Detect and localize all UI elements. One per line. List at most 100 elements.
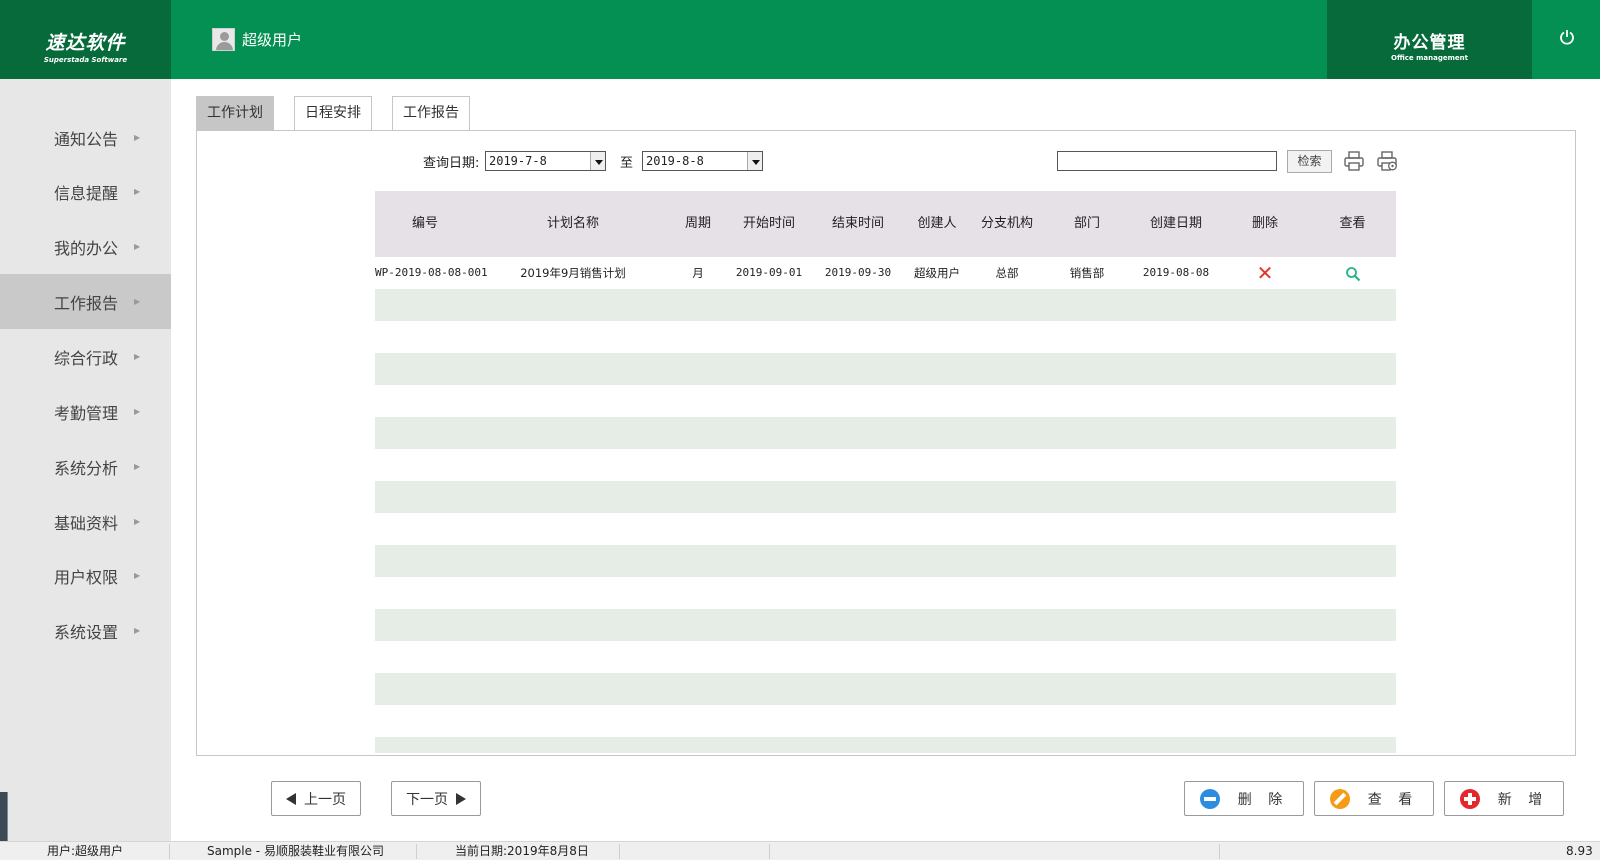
- table-row: [375, 577, 1396, 609]
- table-row: [375, 609, 1396, 641]
- delete-button-label: 删 除: [1237, 791, 1289, 808]
- cell-end-time: 2019-09-30: [824, 266, 892, 279]
- sidebar-item-label: 通知公告: [54, 129, 119, 149]
- sidebar-item-label: 基础资料: [54, 513, 119, 533]
- plus-circle-icon: [1459, 788, 1480, 809]
- add-button[interactable]: 新 增: [1444, 781, 1564, 816]
- status-version: 8.93: [1566, 844, 1593, 858]
- edit-circle-icon: [1329, 788, 1350, 809]
- table-row: [375, 449, 1396, 481]
- table-header: 编号 计划名称 周期 开始时间 结束时间 创建人 分支机构 部门 创建日期 删除…: [375, 191, 1396, 257]
- sidebar-item-permissions[interactable]: 用户权限 ▶: [0, 548, 171, 603]
- chevron-right-icon: ▶: [134, 352, 141, 361]
- sidebar: 通知公告 ▶ 信息提醒 ▶ 我的办公 ▶ 工作报告 ▶ 综合行政 ▶ 考勤管理 ▶ 系统分析…: [0, 79, 171, 841]
- date-from-value: 2019-7-8: [489, 154, 547, 168]
- date-to-select[interactable]: 2019-8-8: [642, 151, 763, 171]
- brand-subtitle: Superstada Software: [43, 56, 128, 64]
- sidebar-item-label: 综合行政: [54, 348, 119, 368]
- table-row: [375, 385, 1396, 417]
- sidebar-item-label: 考勤管理: [54, 403, 119, 423]
- column-header[interactable]: 编号: [375, 191, 475, 257]
- column-header[interactable]: 周期: [671, 191, 725, 257]
- sidebar-item-attendance[interactable]: 考勤管理 ▶: [0, 384, 171, 439]
- column-header[interactable]: 分支机构: [971, 191, 1043, 257]
- sidebar-item-notice[interactable]: 通知公告 ▶: [0, 110, 171, 165]
- query-date-label: 查询日期:: [423, 156, 480, 171]
- next-page-label: 下一页: [406, 791, 448, 808]
- status-divider: [769, 844, 770, 859]
- column-header[interactable]: 部门: [1043, 191, 1131, 257]
- user-avatar-icon: [212, 28, 235, 51]
- prev-page-button[interactable]: 上一页: [271, 781, 361, 816]
- sidebar-item-label: 系统分析: [54, 458, 119, 478]
- status-divider: [1219, 844, 1220, 859]
- prev-page-label: 上一页: [304, 791, 346, 808]
- delete-button[interactable]: 删 除: [1184, 781, 1304, 816]
- sidebar-item-basic-data[interactable]: 基础资料 ▶: [0, 494, 171, 549]
- delete-row-icon[interactable]: ✕: [1221, 257, 1309, 289]
- minus-circle-icon: [1199, 788, 1220, 809]
- chevron-right-icon: ▶: [134, 242, 141, 251]
- app-header: 速达软件 Superstada Software 超级用户 办公管理 Offic…: [0, 0, 1600, 79]
- view-button[interactable]: 查 看: [1314, 781, 1434, 816]
- sidebar-item-analysis[interactable]: 系统分析 ▶: [0, 439, 171, 494]
- status-divider: [619, 844, 620, 859]
- table-row: [375, 545, 1396, 577]
- date-range-separator: 至: [620, 156, 634, 171]
- tab-schedule[interactable]: 日程安排: [294, 96, 372, 130]
- table-row: [375, 737, 1396, 753]
- sidebar-item-label: 工作报告: [54, 293, 119, 313]
- chevron-right-icon: ▶: [134, 187, 141, 196]
- sidebar-item-reminder[interactable]: 信息提醒 ▶: [0, 164, 171, 219]
- table-row: [375, 289, 1396, 321]
- search-button[interactable]: 检索: [1287, 150, 1332, 173]
- sidebar-item-settings[interactable]: 系统设置 ▶: [0, 603, 171, 658]
- table-row: [375, 481, 1396, 513]
- column-header[interactable]: 创建日期: [1131, 191, 1221, 257]
- chevron-right-icon: ▶: [134, 571, 141, 580]
- column-header[interactable]: 删除: [1221, 191, 1309, 257]
- tab-work-report[interactable]: 工作报告: [392, 96, 470, 130]
- dropdown-arrow-icon: [747, 152, 762, 170]
- tab-work-plan[interactable]: 工作计划: [196, 96, 274, 130]
- table-row: [375, 417, 1396, 449]
- add-button-label: 新 增: [1497, 791, 1549, 808]
- sidebar-item-admin[interactable]: 综合行政 ▶: [0, 329, 171, 384]
- column-header[interactable]: 创建人: [903, 191, 971, 257]
- table-row[interactable]: WP-2019-08-08-001 2019年9月销售计划 月 2019-09-…: [375, 257, 1396, 289]
- module-title: 办公管理: [1393, 33, 1466, 53]
- date-to-value: 2019-8-8: [646, 154, 704, 168]
- chevron-right-icon: ▶: [134, 407, 141, 416]
- plan-table: WP-2019-08-08-001 2019年9月销售计划 月 2019-09-…: [375, 257, 1396, 753]
- column-header[interactable]: 结束时间: [813, 191, 903, 257]
- cell-department: 销售部: [1069, 266, 1105, 280]
- sidebar-item-label: 我的办公: [54, 238, 119, 258]
- view-row-icon[interactable]: [1309, 257, 1396, 289]
- sidebar-item-label: 信息提醒: [54, 183, 119, 203]
- next-page-button[interactable]: 下一页: [391, 781, 481, 816]
- column-header[interactable]: 计划名称: [475, 191, 671, 257]
- sidebar-item-my-office[interactable]: 我的办公 ▶: [0, 219, 171, 274]
- status-bar: 用户:超级用户 Sample - 易顺服装鞋业有限公司 当前日期:2019年8月…: [0, 841, 1600, 860]
- table-row: [375, 321, 1396, 353]
- sidebar-resize-handle[interactable]: [0, 792, 8, 848]
- sidebar-item-work-report[interactable]: 工作报告 ▶: [0, 274, 171, 329]
- printer-icon[interactable]: [1343, 150, 1365, 172]
- arrow-left-icon: [286, 792, 296, 805]
- current-user[interactable]: 超级用户: [212, 28, 302, 51]
- status-user: 用户:超级用户: [47, 844, 124, 858]
- chevron-right-icon: ▶: [134, 517, 141, 526]
- search-input[interactable]: [1057, 151, 1277, 171]
- power-icon[interactable]: [1557, 29, 1577, 49]
- sidebar-item-label: 用户权限: [54, 567, 119, 587]
- table-row: [375, 705, 1396, 737]
- column-header[interactable]: 开始时间: [725, 191, 813, 257]
- cell-start-time: 2019-09-01: [735, 266, 803, 279]
- date-from-select[interactable]: 2019-7-8: [485, 151, 606, 171]
- column-header[interactable]: 查看: [1309, 191, 1396, 257]
- cell-created-date: 2019-08-08: [1142, 266, 1210, 279]
- module-badge: 办公管理 Office management: [1327, 0, 1532, 79]
- sidebar-item-label: 系统设置: [54, 622, 119, 642]
- print-settings-icon[interactable]: [1376, 150, 1398, 172]
- brand-name: 速达软件: [45, 32, 126, 54]
